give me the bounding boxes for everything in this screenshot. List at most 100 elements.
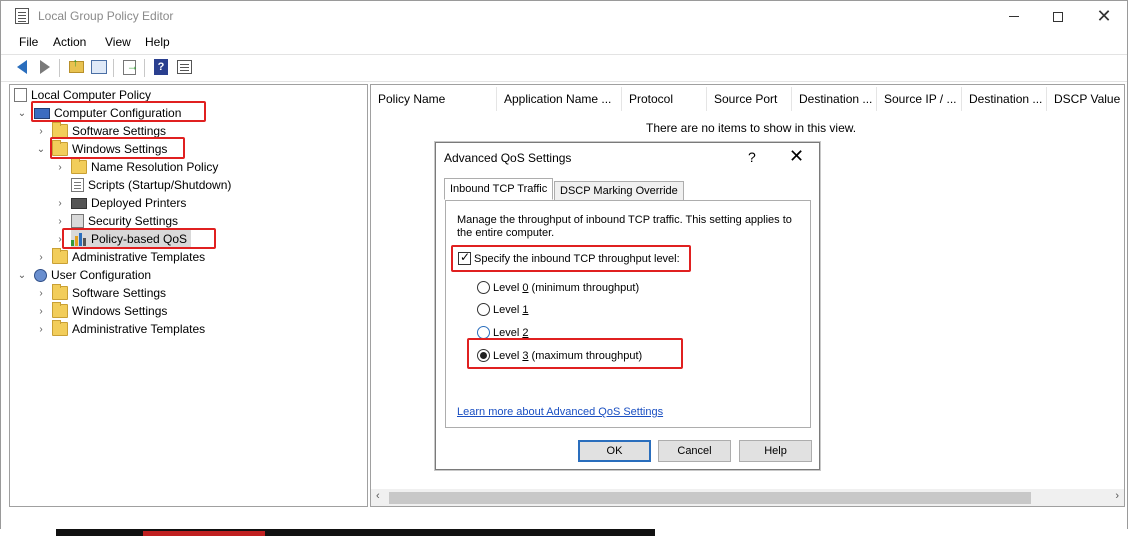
chevron-right-icon[interactable]: › — [55, 163, 65, 173]
up-one-level-button[interactable] — [66, 57, 86, 76]
back-arrow-icon — [17, 60, 27, 74]
radio-label-prefix: Level — [493, 326, 523, 339]
export-list-icon — [122, 59, 139, 75]
tree-item-name-resolution-policy[interactable]: Name Resolution Policy — [71, 158, 218, 176]
radio-label: Level 3 (maximum throughput) — [493, 350, 642, 362]
console-tree[interactable]: Local Computer Policy ⌄ Computer Configu… — [9, 84, 368, 507]
tree-item-scripts[interactable]: Scripts (Startup/Shutdown) — [71, 176, 231, 194]
horizontal-scrollbar[interactable]: ‹ › — [371, 489, 1124, 506]
policy-editor-app-icon — [15, 8, 29, 24]
scroll-left-icon[interactable]: ‹ — [376, 490, 380, 502]
tab-dscp-marking-override[interactable]: DSCP Marking Override — [554, 181, 684, 201]
radio-button[interactable] — [477, 303, 490, 316]
column-header[interactable]: Destination ... — [792, 87, 877, 111]
column-header[interactable]: Destination ... — [962, 87, 1047, 111]
radio-level-0[interactable]: Level 0 (minimum throughput) — [477, 281, 639, 294]
maximize-icon — [1053, 11, 1063, 22]
tree-item-user-configuration[interactable]: User Configuration — [34, 266, 151, 284]
tree-item-label: Scripts (Startup/Shutdown) — [88, 178, 232, 192]
user-icon — [34, 268, 47, 282]
help-toolbar-button[interactable]: ? — [151, 58, 171, 76]
throughput-level-checkbox[interactable] — [458, 250, 471, 265]
folder-icon — [52, 284, 68, 300]
console-tree-icon — [91, 60, 107, 74]
radio-button[interactable] — [477, 326, 490, 339]
column-header[interactable]: Application Name ... — [497, 87, 622, 111]
window-title: Local Group Policy Editor — [38, 9, 174, 23]
tree-item-software-settings[interactable]: Software Settings — [52, 122, 166, 140]
radio-button[interactable] — [477, 281, 490, 294]
tree-item-label: Software Settings — [72, 286, 167, 300]
throughput-level-checkbox-row[interactable]: Specify the inbound TCP throughput level… — [458, 250, 680, 265]
properties-icon — [176, 60, 192, 74]
tree-item-administrative-templates[interactable]: Administrative Templates — [52, 248, 205, 266]
tree-item-deployed-printers[interactable]: Deployed Printers — [71, 194, 186, 212]
column-header[interactable]: Policy Name — [371, 87, 497, 111]
menu-action[interactable]: Action — [53, 35, 86, 49]
tree-item-windows-settings[interactable]: Windows Settings — [52, 140, 167, 158]
tree-item-label: Administrative Templates — [72, 322, 206, 336]
folder-up-icon — [68, 57, 84, 73]
forward-button[interactable] — [35, 58, 55, 76]
toolbar-separator — [59, 59, 60, 77]
chevron-right-icon[interactable]: › — [36, 253, 46, 263]
tree-item-local-computer-policy[interactable]: Local Computer Policy — [14, 86, 151, 104]
radio-level-2[interactable]: Level 2 — [477, 326, 528, 339]
column-header[interactable]: DSCP Value — [1047, 87, 1124, 111]
cancel-button[interactable]: Cancel — [658, 440, 731, 462]
tree-item-policy-based-qos[interactable]: Policy-based QoS — [71, 230, 192, 248]
tree-item-computer-configuration[interactable]: Computer Configuration — [34, 104, 181, 122]
chevron-right-icon[interactable]: › — [36, 127, 46, 137]
help-button[interactable]: Help — [739, 440, 812, 462]
chevron-right-icon[interactable]: › — [55, 217, 65, 227]
menu-file[interactable]: File — [19, 35, 38, 49]
properties-button[interactable] — [174, 58, 194, 76]
chevron-right-icon[interactable]: › — [36, 307, 46, 317]
tree-item-user-administrative-templates[interactable]: Administrative Templates — [52, 320, 205, 338]
status-bar — [1, 509, 1127, 529]
radio-level-3[interactable]: Level 3 (maximum throughput) — [477, 349, 642, 362]
chevron-down-icon[interactable]: ⌄ — [17, 271, 27, 281]
chevron-right-icon[interactable]: › — [36, 289, 46, 299]
learn-more-link[interactable]: Learn more about Advanced QoS Settings — [457, 406, 663, 418]
chevron-right-icon[interactable]: › — [55, 235, 65, 245]
tab-inbound-tcp-traffic[interactable]: Inbound TCP Traffic — [444, 178, 554, 200]
tree-item-security-settings[interactable]: Security Settings — [71, 212, 178, 230]
close-icon: ✕ — [1096, 6, 1112, 26]
minimize-button[interactable] — [991, 1, 1037, 32]
export-list-button[interactable] — [119, 58, 139, 76]
ok-button[interactable]: OK — [578, 440, 651, 462]
show-hide-console-tree-button[interactable] — [89, 58, 109, 76]
tree-item-label: Software Settings — [72, 124, 167, 138]
radio-label-prefix: Level — [493, 349, 523, 362]
chevron-down-icon[interactable]: ⌄ — [36, 145, 46, 155]
folder-icon — [52, 302, 68, 318]
radio-label: Level 0 (minimum throughput) — [493, 282, 639, 294]
dialog-close-icon[interactable]: ✕ — [789, 146, 804, 167]
radio-button[interactable] — [477, 349, 490, 362]
tree-item-label: Policy-based QoS — [91, 232, 188, 246]
tree-item-user-software-settings[interactable]: Software Settings — [52, 284, 166, 302]
column-header[interactable]: Source IP / ... — [877, 87, 962, 111]
menu-view[interactable]: View — [105, 35, 131, 49]
scrollbar-thumb[interactable] — [389, 492, 1031, 504]
maximize-button[interactable] — [1035, 1, 1081, 32]
radio-level-1[interactable]: Level 1 — [477, 303, 528, 316]
chevron-right-icon[interactable]: › — [55, 199, 65, 209]
tree-item-user-windows-settings[interactable]: Windows Settings — [52, 302, 167, 320]
folder-icon — [71, 158, 87, 174]
title-bar: Local Group Policy Editor ✕ — [1, 1, 1127, 32]
column-header[interactable]: Protocol — [622, 87, 707, 111]
radio-label-suffix: (maximum throughput) — [528, 349, 643, 362]
scroll-right-icon[interactable]: › — [1115, 490, 1119, 502]
dialog-help-icon[interactable]: ? — [748, 149, 756, 165]
column-header[interactable]: Source Port — [707, 87, 792, 111]
close-button[interactable]: ✕ — [1081, 1, 1127, 32]
chevron-right-icon[interactable]: › — [36, 325, 46, 335]
chevron-down-icon[interactable]: ⌄ — [17, 109, 27, 119]
menu-help[interactable]: Help — [145, 35, 170, 49]
tab-description: Manage the throughput of inbound TCP tra… — [457, 214, 792, 239]
toolbar-separator — [144, 59, 145, 77]
back-button[interactable] — [12, 58, 32, 76]
qos-chart-icon — [71, 232, 87, 246]
